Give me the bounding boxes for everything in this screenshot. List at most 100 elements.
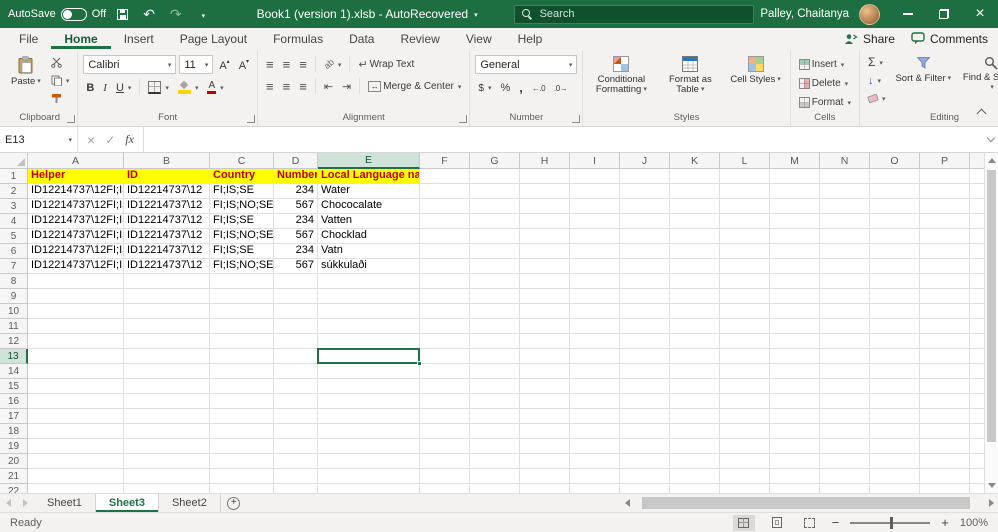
row-header-17[interactable]: 17 bbox=[0, 409, 28, 424]
cell-I14[interactable] bbox=[570, 364, 620, 379]
cell-H6[interactable] bbox=[520, 244, 570, 259]
format-cells-button[interactable]: Format bbox=[796, 93, 854, 111]
cell-P3[interactable] bbox=[920, 199, 970, 214]
cell-A9[interactable] bbox=[28, 289, 124, 304]
cell-I21[interactable] bbox=[570, 469, 620, 484]
cell-M6[interactable] bbox=[770, 244, 820, 259]
cell-E10[interactable] bbox=[318, 304, 420, 319]
user-avatar[interactable] bbox=[859, 3, 881, 25]
cell-C3[interactable]: FI;IS;NO;SE bbox=[210, 199, 274, 214]
cell-E13[interactable] bbox=[318, 349, 420, 364]
cell-J21[interactable] bbox=[620, 469, 670, 484]
cell-L1[interactable] bbox=[720, 169, 770, 184]
cell-K22[interactable] bbox=[670, 484, 720, 493]
cell-O8[interactable] bbox=[870, 274, 920, 289]
cell-C20[interactable] bbox=[210, 454, 274, 469]
cell-H20[interactable] bbox=[520, 454, 570, 469]
cell-J14[interactable] bbox=[620, 364, 670, 379]
cell-K16[interactable] bbox=[670, 394, 720, 409]
column-header-D[interactable]: D bbox=[274, 153, 318, 169]
cell-A7[interactable]: ID12214737\12FI;IS;NO bbox=[28, 259, 124, 274]
column-header-M[interactable]: M bbox=[770, 153, 820, 169]
cell-F16[interactable] bbox=[420, 394, 470, 409]
cell-B16[interactable] bbox=[124, 394, 210, 409]
row-header-16[interactable]: 16 bbox=[0, 394, 28, 409]
cell-C16[interactable] bbox=[210, 394, 274, 409]
cell-M18[interactable] bbox=[770, 424, 820, 439]
row-header-22[interactable]: 22 bbox=[0, 484, 28, 493]
cell-N4[interactable] bbox=[820, 214, 870, 229]
user-name[interactable]: Palley, Chaitanya bbox=[760, 8, 849, 20]
cell-B1[interactable]: ID bbox=[124, 169, 210, 184]
cell-I4[interactable] bbox=[570, 214, 620, 229]
cell-G9[interactable] bbox=[470, 289, 520, 304]
row-header-12[interactable]: 12 bbox=[0, 334, 28, 349]
font-dialog-launcher-icon[interactable] bbox=[247, 115, 256, 123]
cell-L14[interactable] bbox=[720, 364, 770, 379]
next-sheet-button[interactable] bbox=[17, 494, 34, 512]
cell-M11[interactable] bbox=[770, 319, 820, 334]
underline-button[interactable] bbox=[113, 78, 134, 96]
borders-button[interactable] bbox=[145, 78, 172, 96]
cell-Q10[interactable] bbox=[970, 304, 984, 319]
cell-J12[interactable] bbox=[620, 334, 670, 349]
cell-B7[interactable]: ID12214737\12 bbox=[124, 259, 210, 274]
cell-C11[interactable] bbox=[210, 319, 274, 334]
cell-F9[interactable] bbox=[420, 289, 470, 304]
cell-J18[interactable] bbox=[620, 424, 670, 439]
cell-L17[interactable] bbox=[720, 409, 770, 424]
cell-K17[interactable] bbox=[670, 409, 720, 424]
horizontal-scrollbar[interactable] bbox=[620, 494, 998, 512]
alignment-dialog-launcher-icon[interactable] bbox=[459, 115, 468, 123]
cell-A11[interactable] bbox=[28, 319, 124, 334]
cell-C21[interactable] bbox=[210, 469, 274, 484]
cell-I18[interactable] bbox=[570, 424, 620, 439]
cell-G11[interactable] bbox=[470, 319, 520, 334]
row-header-5[interactable]: 5 bbox=[0, 229, 28, 244]
cell-P17[interactable] bbox=[920, 409, 970, 424]
cell-M22[interactable] bbox=[770, 484, 820, 493]
column-header-C[interactable]: C bbox=[210, 153, 274, 169]
select-all-button[interactable] bbox=[0, 153, 28, 169]
cell-D22[interactable] bbox=[274, 484, 318, 493]
font-name-select[interactable]: Calibri bbox=[83, 55, 177, 74]
cell-E21[interactable] bbox=[318, 469, 420, 484]
cell-Q17[interactable] bbox=[970, 409, 984, 424]
cell-D7[interactable]: 567 bbox=[274, 259, 318, 274]
cell-D1[interactable]: Number bbox=[274, 169, 318, 184]
cell-K1[interactable] bbox=[670, 169, 720, 184]
cell-D17[interactable] bbox=[274, 409, 318, 424]
cell-M14[interactable] bbox=[770, 364, 820, 379]
orientation-button[interactable] bbox=[321, 55, 345, 73]
tab-data[interactable]: Data bbox=[336, 28, 387, 49]
insert-cells-button[interactable]: Insert bbox=[796, 55, 854, 73]
cell-G14[interactable] bbox=[470, 364, 520, 379]
cell-H11[interactable] bbox=[520, 319, 570, 334]
cell-F8[interactable] bbox=[420, 274, 470, 289]
cell-E6[interactable]: Vatn bbox=[318, 244, 420, 259]
cell-B4[interactable]: ID12214737\12 bbox=[124, 214, 210, 229]
format-as-table-button[interactable]: Format as Table bbox=[657, 53, 723, 109]
cell-C6[interactable]: FI;IS;SE bbox=[210, 244, 274, 259]
cell-N15[interactable] bbox=[820, 379, 870, 394]
cell-E15[interactable] bbox=[318, 379, 420, 394]
search-box[interactable] bbox=[513, 4, 755, 24]
increase-decimal-button[interactable] bbox=[529, 78, 548, 96]
cell-Q5[interactable] bbox=[970, 229, 984, 244]
decrease-decimal-button[interactable] bbox=[551, 78, 570, 96]
cell-K19[interactable] bbox=[670, 439, 720, 454]
cell-L11[interactable] bbox=[720, 319, 770, 334]
cell-H14[interactable] bbox=[520, 364, 570, 379]
cell-H12[interactable] bbox=[520, 334, 570, 349]
bold-button[interactable] bbox=[83, 78, 97, 96]
cell-O7[interactable] bbox=[870, 259, 920, 274]
tab-file[interactable]: File bbox=[6, 28, 51, 49]
zoom-in-button[interactable]: + bbox=[941, 515, 949, 530]
tab-review[interactable]: Review bbox=[387, 28, 452, 49]
cell-I10[interactable] bbox=[570, 304, 620, 319]
cell-O13[interactable] bbox=[870, 349, 920, 364]
fill-button[interactable] bbox=[865, 71, 889, 89]
cell-A12[interactable] bbox=[28, 334, 124, 349]
cell-M10[interactable] bbox=[770, 304, 820, 319]
cell-A8[interactable] bbox=[28, 274, 124, 289]
